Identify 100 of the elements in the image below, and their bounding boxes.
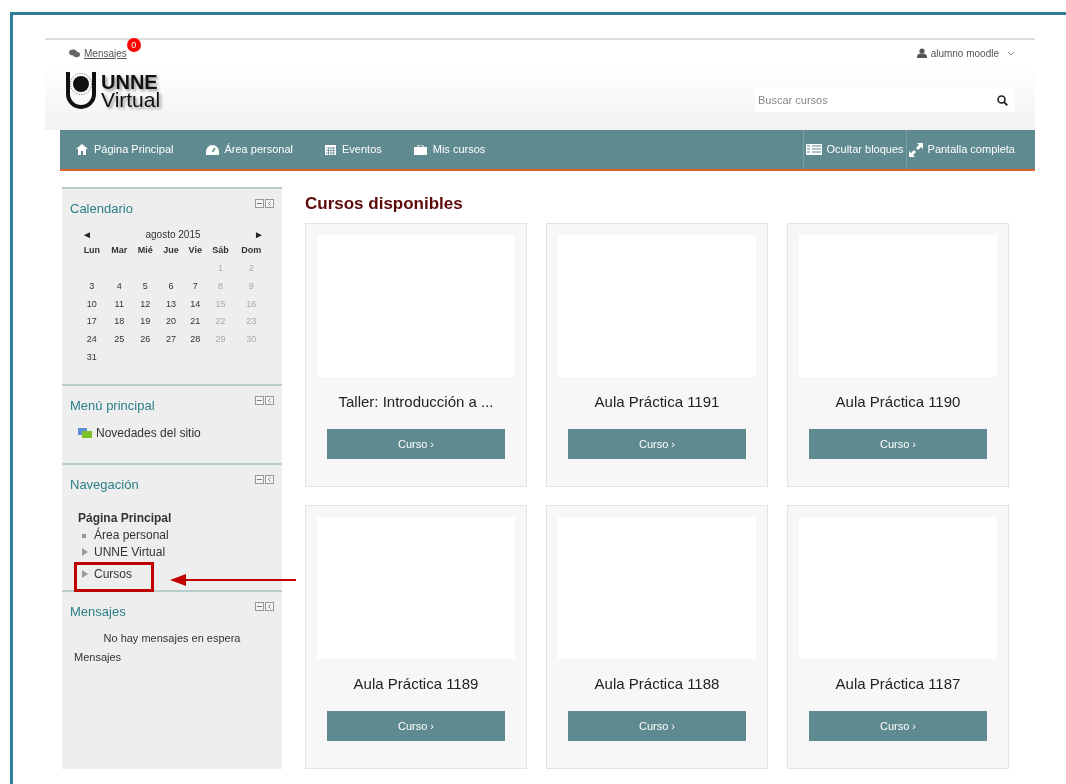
nav-link[interactable]: Mis cursos <box>413 141 502 158</box>
calendar-day: 27 <box>157 330 185 348</box>
notification-badge: 0 <box>126 37 141 52</box>
weekday-header: Mié <box>136 243 154 257</box>
caret-icon <box>1007 50 1015 56</box>
course-title: Aula Práctica 1187 <box>835 673 961 694</box>
course-button[interactable]: Curso › <box>327 429 505 459</box>
nav-action-link[interactable]: Ocultar bloques <box>802 130 906 169</box>
calendar-day: 16 <box>234 295 268 313</box>
previous-month-link[interactable]: ◄ <box>82 226 92 242</box>
calendar-day: 26 <box>132 330 158 348</box>
section-title: Cursos disponibles <box>305 193 464 215</box>
weekday-header: Mar <box>110 243 129 257</box>
forum-icon <box>78 426 92 439</box>
tree-item[interactable]: Cursos <box>78 565 132 583</box>
weekday-header: Sáb <box>211 243 230 257</box>
calendar-day: 17 <box>78 313 106 331</box>
block-title: Calendario <box>70 200 133 218</box>
calendar-day: 10 <box>78 295 106 313</box>
block-title: Mensajes <box>70 603 126 621</box>
search-button[interactable] <box>989 88 1015 112</box>
expand-arrow-icon <box>82 548 88 556</box>
calendar-icon <box>325 144 336 155</box>
calendar-day: 12 <box>132 295 158 313</box>
nav-link[interactable]: Página Principal <box>76 141 190 158</box>
course-title: Aula Práctica 1190 <box>835 391 961 412</box>
search-icon <box>996 94 1008 106</box>
menu-link[interactable]: Novedades del sitio <box>70 423 274 442</box>
calendar-day: 24 <box>78 330 106 348</box>
calendar-day: 4 <box>105 278 133 296</box>
block-title: Navegación <box>70 476 139 494</box>
tree-item[interactable]: Página Principal <box>78 508 274 527</box>
messages-link[interactable]: Mensajes <box>70 649 274 666</box>
calendar-day: 8 <box>206 278 235 296</box>
collapse-icon[interactable] <box>255 602 264 611</box>
course-button[interactable]: Curso › <box>568 711 746 741</box>
calendar-day: 21 <box>184 313 207 331</box>
calendar-day: 18 <box>105 313 133 331</box>
calendar-day: 14 <box>184 295 207 313</box>
search-field[interactable]: Buscar cursos <box>755 88 989 112</box>
list-icon <box>805 144 822 155</box>
calendar-day: 30 <box>234 330 268 348</box>
dock-icon[interactable] <box>265 475 274 484</box>
nav-action-link[interactable]: Pantalla completa <box>905 130 1017 169</box>
course-button[interactable]: Curso › <box>568 429 746 459</box>
weekday-header: Dom <box>240 243 263 257</box>
messages-link[interactable]: Mensajes <box>69 45 127 61</box>
calendar-day: 25 <box>105 330 133 348</box>
next-month-link[interactable]: ► <box>254 226 264 242</box>
calendar-day: 23 <box>234 313 268 331</box>
course-title: Aula Práctica 1189 <box>353 673 479 694</box>
calendar-day: 1 <box>206 259 235 278</box>
dock-icon[interactable] <box>265 199 274 208</box>
bullet-icon <box>82 531 88 539</box>
course-title: Taller: Introducción a ... <box>338 391 494 412</box>
nav-link[interactable]: Área personal <box>205 141 309 158</box>
tree-item[interactable]: Área personal <box>78 526 169 544</box>
dock-icon[interactable] <box>265 396 274 405</box>
calendar-day: 3 <box>78 278 106 296</box>
calendar-day: 20 <box>157 313 185 331</box>
expand-icon <box>908 142 923 157</box>
calendar-day: 11 <box>105 295 133 313</box>
calendar-day: 13 <box>157 295 185 313</box>
block-title: Menú principal <box>70 397 155 415</box>
arrow-icon <box>170 573 296 586</box>
gauge-icon <box>205 144 219 155</box>
calendar-day: 9 <box>234 278 268 296</box>
collapse-icon[interactable] <box>255 396 264 405</box>
calendar-day: 19 <box>132 313 158 331</box>
logo-emblem-icon <box>63 70 99 112</box>
chat-icon <box>69 48 80 58</box>
collapse-icon[interactable] <box>255 475 264 484</box>
course-button[interactable]: Curso › <box>809 711 987 741</box>
weekday-header: Jue <box>162 243 180 257</box>
user-menu[interactable]: alumno moodle <box>916 45 1015 61</box>
tree-item[interactable]: UNNE Virtual <box>78 543 166 561</box>
calendar-day: 5 <box>132 278 158 296</box>
calendar-day: 29 <box>206 330 235 348</box>
calendar-day: 22 <box>206 313 235 331</box>
home-icon <box>76 144 88 155</box>
course-button[interactable]: Curso › <box>327 711 505 741</box>
empty-message: No hay mensajes en espera <box>102 630 242 646</box>
month-title: agosto 2015 <box>145 227 201 242</box>
briefcase-icon <box>413 144 427 155</box>
course-title: Aula Práctica 1188 <box>594 673 720 694</box>
user-icon <box>916 48 927 58</box>
calendar-day: 7 <box>184 278 207 296</box>
collapse-icon[interactable] <box>255 199 264 208</box>
weekday-header: Lun <box>82 243 102 257</box>
nav-link[interactable]: Eventos <box>325 141 398 158</box>
calendar-day: 15 <box>206 295 235 313</box>
course-button[interactable]: Curso › <box>809 429 987 459</box>
expand-arrow-icon <box>82 570 88 578</box>
course-title: Aula Práctica 1191 <box>594 391 720 412</box>
calendar-day: 31 <box>78 348 106 367</box>
site-logo[interactable]: UNNE Virtual <box>63 70 161 112</box>
weekday-header: Vie <box>187 243 203 257</box>
calendar-day: 6 <box>157 278 185 296</box>
calendar-day: 28 <box>184 330 207 348</box>
dock-icon[interactable] <box>265 602 274 611</box>
